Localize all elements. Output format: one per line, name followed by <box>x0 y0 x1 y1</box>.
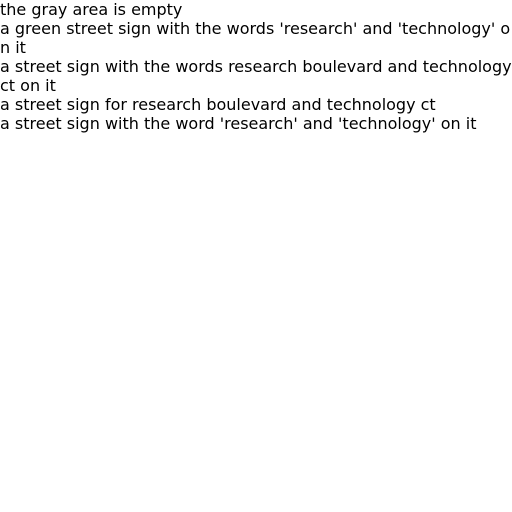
caption-list: the gray area is empty a green street si… <box>0 0 512 133</box>
caption-4: a street sign for research boulevard and… <box>0 95 436 114</box>
caption-5: a street sign with the word 'research' a… <box>0 114 477 133</box>
caption-1: the gray area is empty <box>0 0 183 19</box>
caption-2: a green street sign with the words 'rese… <box>0 19 511 57</box>
caption-3: a street sign with the words research bo… <box>0 57 512 95</box>
